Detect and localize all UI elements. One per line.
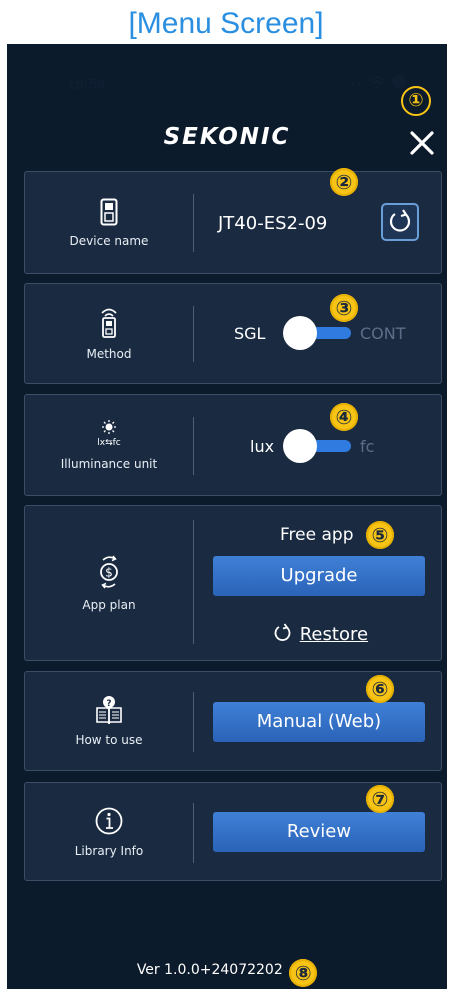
app-plan-left: $ App plan — [25, 506, 193, 660]
refresh-icon — [389, 209, 411, 232]
illuminance-label: Illuminance unit — [60, 457, 158, 471]
upgrade-button[interactable]: Upgrade — [213, 556, 425, 596]
phone-screen: 15:58 ① SEKONIC Device name JT40-ES2-09 … — [7, 44, 447, 989]
marker-3: ③ — [330, 294, 358, 322]
marker-2: ② — [330, 168, 358, 196]
how-to-use-left: ? How to use — [25, 672, 193, 770]
marker-5: ⑤ — [366, 521, 394, 549]
illuminance-icon: lx⇆fc — [97, 420, 121, 448]
app-plan-icon: $ — [100, 555, 118, 589]
method-toggle-knob — [283, 316, 317, 350]
manual-book-icon: ? — [96, 696, 122, 725]
marker-8: ⑧ — [289, 959, 318, 987]
screen-caption: [Menu Screen] — [128, 7, 324, 40]
version-label: Ver 1.0.0+24072202 — [136, 962, 283, 978]
illuminance-lux-label: lux — [250, 437, 275, 456]
device-refresh-button[interactable] — [381, 203, 419, 241]
method-cont-label: CONT — [360, 324, 406, 343]
close-icon — [410, 131, 434, 155]
library-info-left: Library Info — [25, 783, 193, 880]
manual-web-button[interactable]: Manual (Web) — [213, 702, 425, 742]
review-button[interactable]: Review — [213, 812, 425, 852]
device-label: Device name — [69, 233, 149, 248]
marker-1: ① — [401, 86, 431, 116]
device-card: Device name JT40-ES2-09 — [24, 171, 442, 274]
illuminance-fc-label: fc — [360, 437, 375, 456]
app-plan-divider — [193, 520, 194, 644]
illuminance-toggle-knob — [283, 429, 317, 463]
status-icons — [349, 74, 411, 95]
illuminance-divider — [193, 417, 194, 475]
how-to-use-label: How to use — [75, 733, 143, 747]
marker-4: ④ — [330, 403, 358, 431]
status-bar: 15:58 — [7, 44, 447, 114]
device-icon — [100, 198, 118, 225]
app-plan-status: Free app — [280, 525, 354, 545]
info-icon — [95, 807, 123, 834]
illuminance-icon-text: lx⇆fc — [97, 438, 121, 448]
close-button[interactable] — [405, 126, 439, 160]
library-info-divider — [193, 803, 194, 863]
method-left: Method — [25, 284, 193, 383]
marker-7: ⑦ — [366, 785, 394, 813]
illuminance-card: lx⇆fc Illuminance unit lux fc — [24, 394, 442, 496]
method-sgl-label: SGL — [234, 324, 266, 343]
app-plan-label: App plan — [82, 598, 136, 612]
illuminance-toggle[interactable] — [283, 429, 351, 463]
method-label: Method — [86, 346, 132, 361]
status-time: 15:58 — [67, 76, 106, 93]
marker-6: ⑥ — [366, 675, 394, 703]
device-divider — [193, 194, 194, 252]
method-card: Method SGL CONT — [24, 283, 442, 384]
method-icon — [101, 308, 117, 338]
wifi-battery-icon — [351, 75, 406, 89]
illuminance-left: lx⇆fc Illuminance unit — [25, 395, 193, 495]
how-to-use-divider — [193, 692, 194, 752]
method-divider — [193, 306, 194, 362]
sekonic-logo: SEKONIC — [163, 124, 291, 150]
restore-icon — [274, 623, 291, 641]
device-left: Device name — [25, 172, 193, 273]
restore-label: Restore — [299, 624, 369, 645]
library-info-label: Library Info — [74, 843, 144, 858]
svg-text:$: $ — [105, 566, 113, 580]
version-text: Ver 1.0.0+24072202 ⑧ — [7, 959, 447, 987]
device-name-value: JT40-ES2-09 — [218, 213, 328, 234]
restore-link[interactable]: Restore — [272, 622, 368, 645]
